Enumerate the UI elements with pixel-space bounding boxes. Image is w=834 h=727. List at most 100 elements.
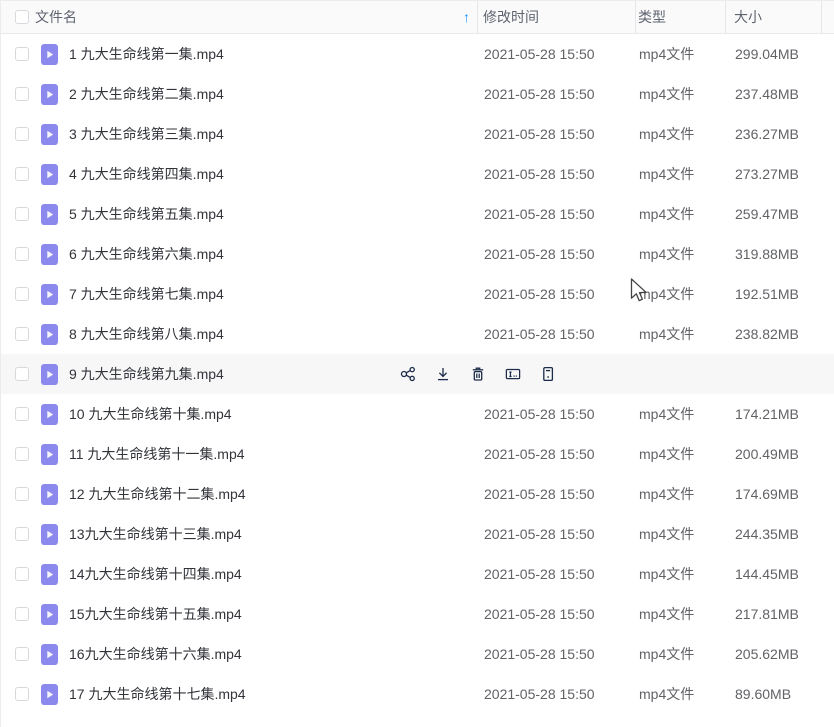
file-name[interactable]: 6 九大生命线第六集.mp4 — [69, 234, 224, 274]
modified-time: 2021-05-28 15:50 — [484, 394, 595, 434]
video-file-icon — [41, 324, 58, 345]
file-name[interactable]: 16九大生命线第十六集.mp4 — [69, 634, 242, 674]
file-name[interactable]: 1 九大生命线第一集.mp4 — [69, 34, 224, 74]
file-type: mp4文件 — [639, 514, 694, 554]
column-label-size: 大小 — [734, 9, 762, 25]
file-name[interactable]: 11 九大生命线第十一集.mp4 — [69, 434, 245, 474]
file-name[interactable]: 14九大生命线第十四集.mp4 — [69, 554, 242, 594]
file-name[interactable]: 17 九大生命线第十七集.mp4 — [69, 674, 246, 714]
file-name[interactable]: 13九大生命线第十三集.mp4 — [69, 514, 242, 554]
modified-time: 2021-05-28 15:50 — [484, 554, 595, 594]
file-name[interactable]: 9 九大生命线第九集.mp4 — [69, 354, 224, 394]
file-name[interactable]: 2 九大生命线第二集.mp4 — [69, 74, 224, 114]
row-checkbox[interactable] — [15, 407, 29, 421]
file-row[interactable]: 16九大生命线第十六集.mp4 2021-05-28 15:50 mp4文件 2… — [1, 634, 834, 674]
column-header-size[interactable]: 大小 — [726, 1, 822, 33]
file-type: mp4文件 — [639, 554, 694, 594]
file-row[interactable]: 17 九大生命线第十七集.mp4 2021-05-28 15:50 mp4文件 … — [1, 674, 834, 714]
table-header: 文件名 ↑ 修改时间 类型 大小 — [1, 0, 834, 34]
file-row[interactable]: 4 九大生命线第四集.mp4 2021-05-28 15:50 mp4文件 27… — [1, 154, 834, 194]
file-row[interactable]: 2 九大生命线第二集.mp4 2021-05-28 15:50 mp4文件 23… — [1, 74, 834, 114]
row-checkbox[interactable] — [15, 567, 29, 581]
column-label-filename: 文件名 — [35, 9, 77, 25]
row-checkbox[interactable] — [15, 527, 29, 541]
file-size: 89.60MB — [735, 674, 791, 714]
column-header-modified-time[interactable]: 修改时间 — [478, 1, 636, 33]
file-row[interactable]: 14九大生命线第十四集.mp4 2021-05-28 15:50 mp4文件 1… — [1, 554, 834, 594]
row-checkbox[interactable] — [15, 327, 29, 341]
row-checkbox[interactable] — [15, 287, 29, 301]
video-file-icon — [41, 204, 58, 225]
file-type: mp4文件 — [639, 194, 694, 234]
column-header-filename[interactable]: 文件名 ↑ — [1, 1, 478, 33]
file-name[interactable]: 5 九大生命线第五集.mp4 — [69, 194, 224, 234]
file-name[interactable]: 7 九大生命线第七集.mp4 — [69, 274, 224, 314]
row-checkbox[interactable] — [15, 207, 29, 221]
row-checkbox[interactable] — [15, 127, 29, 141]
share-icon[interactable] — [399, 365, 417, 383]
modified-time: 2021-05-28 15:50 — [484, 514, 595, 554]
file-row[interactable]: 13九大生命线第十三集.mp4 2021-05-28 15:50 mp4文件 2… — [1, 514, 834, 554]
move-icon[interactable] — [539, 365, 557, 383]
file-name[interactable]: 3 九大生命线第三集.mp4 — [69, 114, 224, 154]
row-checkbox[interactable] — [15, 47, 29, 61]
file-row[interactable]: 11 九大生命线第十一集.mp4 2021-05-28 15:50 mp4文件 … — [1, 434, 834, 474]
file-row[interactable]: 7 九大生命线第七集.mp4 2021-05-28 15:50 mp4文件 19… — [1, 274, 834, 314]
video-file-icon — [41, 364, 58, 385]
file-row[interactable]: 15九大生命线第十五集.mp4 2021-05-28 15:50 mp4文件 2… — [1, 594, 834, 634]
file-row[interactable]: 12 九大生命线第十二集.mp4 2021-05-28 15:50 mp4文件 … — [1, 474, 834, 514]
video-file-icon — [41, 604, 58, 625]
row-checkbox[interactable] — [15, 487, 29, 501]
file-name[interactable]: 8 九大生命线第八集.mp4 — [69, 314, 224, 354]
sort-ascending-icon: ↑ — [463, 1, 470, 33]
file-type: mp4文件 — [639, 314, 694, 354]
trash-icon[interactable] — [469, 365, 487, 383]
row-checkbox[interactable] — [15, 607, 29, 621]
row-checkbox[interactable] — [15, 447, 29, 461]
modified-time: 2021-05-28 15:50 — [484, 594, 595, 634]
file-row[interactable]: 6 九大生命线第六集.mp4 2021-05-28 15:50 mp4文件 31… — [1, 234, 834, 274]
file-name[interactable]: 15九大生命线第十五集.mp4 — [69, 594, 242, 634]
column-label-modified-time: 修改时间 — [483, 9, 539, 25]
row-checkbox[interactable] — [15, 367, 29, 381]
file-type: mp4文件 — [639, 434, 694, 474]
rename-icon[interactable] — [504, 365, 522, 383]
file-row[interactable]: 1 九大生命线第一集.mp4 2021-05-28 15:50 mp4文件 29… — [1, 34, 834, 74]
file-size: 259.47MB — [735, 194, 799, 234]
file-size: 174.69MB — [735, 474, 799, 514]
file-list: 1 九大生命线第一集.mp4 2021-05-28 15:50 mp4文件 29… — [1, 34, 834, 714]
row-checkbox[interactable] — [15, 167, 29, 181]
file-type: mp4文件 — [639, 74, 694, 114]
column-header-type[interactable]: 类型 — [636, 1, 726, 33]
row-checkbox[interactable] — [15, 687, 29, 701]
row-checkbox[interactable] — [15, 247, 29, 261]
video-file-icon — [41, 164, 58, 185]
row-checkbox[interactable] — [15, 87, 29, 101]
file-size: 238.82MB — [735, 314, 799, 354]
video-file-icon — [41, 404, 58, 425]
select-all-checkbox[interactable] — [15, 10, 29, 24]
file-row[interactable]: 8 九大生命线第八集.mp4 2021-05-28 15:50 mp4文件 23… — [1, 314, 834, 354]
file-row[interactable]: 5 九大生命线第五集.mp4 2021-05-28 15:50 mp4文件 25… — [1, 194, 834, 234]
modified-time: 2021-05-28 15:50 — [484, 74, 595, 114]
file-row[interactable]: 3 九大生命线第三集.mp4 2021-05-28 15:50 mp4文件 23… — [1, 114, 834, 154]
file-size: 144.45MB — [735, 554, 799, 594]
file-name[interactable]: 4 九大生命线第四集.mp4 — [69, 154, 224, 194]
file-size: 200.49MB — [735, 434, 799, 474]
video-file-icon — [41, 284, 58, 305]
modified-time: 2021-05-28 15:50 — [484, 674, 595, 714]
download-icon[interactable] — [434, 365, 452, 383]
modified-time: 2021-05-28 15:50 — [484, 314, 595, 354]
video-file-icon — [41, 444, 58, 465]
file-row[interactable]: 10 九大生命线第十集.mp4 2021-05-28 15:50 mp4文件 1… — [1, 394, 834, 434]
file-name[interactable]: 10 九大生命线第十集.mp4 — [69, 394, 232, 434]
file-row[interactable]: 9 九大生命线第九集.mp4 — [1, 354, 834, 394]
video-file-icon — [41, 524, 58, 545]
row-checkbox[interactable] — [15, 647, 29, 661]
file-manager-window: 文件名 ↑ 修改时间 类型 大小 1 九大生命线第一集.mp4 2021-05-… — [0, 0, 834, 727]
video-file-icon — [41, 124, 58, 145]
file-size: 192.51MB — [735, 274, 799, 314]
file-name[interactable]: 12 九大生命线第十二集.mp4 — [69, 474, 246, 514]
file-type: mp4文件 — [639, 274, 694, 314]
file-type: mp4文件 — [639, 594, 694, 634]
